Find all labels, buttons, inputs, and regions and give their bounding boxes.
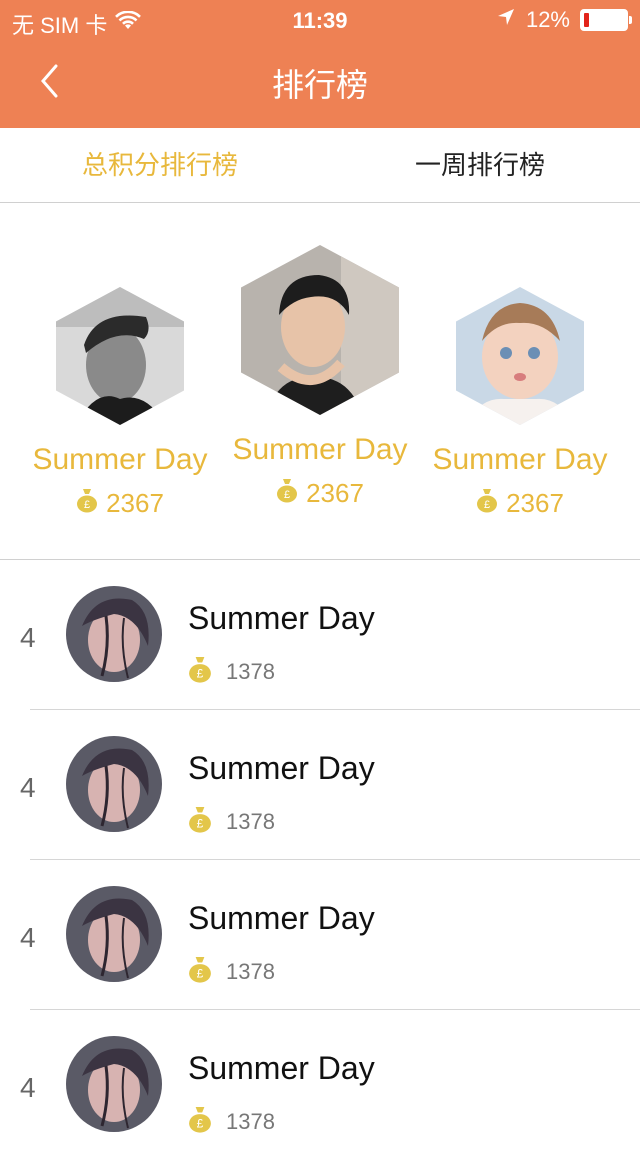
podium-first[interactable]: Summer Day £ 2367 — [220, 245, 420, 510]
tab-weekly[interactable]: 一周排行榜 — [320, 128, 640, 202]
list-item[interactable]: 4 Summer Day £ 1378 — [0, 560, 640, 710]
list-score: £ 1378 — [188, 1104, 275, 1140]
money-bag-icon: £ — [76, 487, 98, 520]
podium-name: Summer Day — [432, 443, 608, 476]
podium-score-value: 2367 — [306, 478, 364, 508]
money-bag-icon: £ — [188, 954, 212, 990]
list-name: Summer Day — [188, 750, 375, 786]
podium-avatar — [241, 245, 399, 415]
money-bag-icon: £ — [276, 477, 298, 510]
list-name: Summer Day — [188, 600, 375, 636]
top-bar: 无 SIM 卡 11:39 12% 排行榜 — [0, 0, 640, 128]
battery-level — [584, 13, 589, 27]
podium-score-value: 2367 — [106, 488, 164, 518]
list-rank: 4 — [20, 772, 36, 803]
list-score-value: 1378 — [226, 809, 275, 834]
podium-score: £ 2367 — [220, 477, 420, 510]
money-bag-icon: £ — [188, 654, 212, 690]
tab-total-points[interactable]: 总积分排行榜 — [0, 128, 320, 202]
avatar — [66, 736, 162, 832]
svg-text:£: £ — [197, 817, 204, 831]
list-score-value: 1378 — [226, 1109, 275, 1134]
podium-score-value: 2367 — [506, 488, 564, 518]
list-score: £ 1378 — [188, 954, 275, 990]
money-bag-icon: £ — [188, 1104, 212, 1140]
list-score: £ 1378 — [188, 804, 275, 840]
podium-name: Summer Day — [32, 443, 208, 476]
list-score: £ 1378 — [188, 654, 275, 690]
svg-text:£: £ — [284, 489, 290, 501]
list-rank: 4 — [20, 922, 36, 953]
list-name: Summer Day — [188, 1050, 375, 1086]
ranking-list: 4 Summer Day £ 1378 4 Summer Day £ 1378 … — [0, 560, 640, 1160]
svg-text:£: £ — [484, 499, 490, 511]
svg-text:£: £ — [197, 667, 204, 681]
avatar — [66, 1036, 162, 1132]
list-item[interactable]: 4 Summer Day £ 1378 — [0, 710, 640, 860]
podium-avatar — [456, 287, 584, 425]
top-three-podium: Summer Day £ 2367 Summer Day £ 2367 Summ… — [0, 203, 640, 560]
podium-score: £ 2367 — [420, 487, 620, 520]
location-arrow-icon — [496, 7, 516, 33]
list-score-value: 1378 — [226, 959, 275, 984]
podium-avatar — [56, 287, 184, 425]
status-bar: 无 SIM 卡 11:39 12% — [0, 0, 640, 40]
money-bag-icon: £ — [476, 487, 498, 520]
avatar — [66, 886, 162, 982]
list-rank: 4 — [20, 1072, 36, 1103]
podium-score: £ 2367 — [20, 487, 220, 520]
svg-text:£: £ — [84, 499, 90, 511]
podium-second[interactable]: Summer Day £ 2367 — [20, 287, 220, 520]
list-item[interactable]: 4 Summer Day £ 1378 — [0, 1010, 640, 1160]
list-rank: 4 — [20, 622, 36, 653]
list-name: Summer Day — [188, 900, 375, 936]
svg-text:£: £ — [197, 967, 204, 981]
battery-percent: 12% — [525, 7, 570, 32]
podium-name: Summer Day — [232, 433, 408, 466]
list-score-value: 1378 — [226, 659, 275, 684]
podium-third[interactable]: Summer Day £ 2367 — [420, 287, 620, 520]
avatar — [66, 586, 162, 682]
page-title: 排行榜 — [271, 67, 368, 103]
svg-text:£: £ — [197, 1117, 204, 1131]
battery-icon — [580, 9, 632, 31]
status-right: 12% — [496, 7, 632, 33]
list-item[interactable]: 4 Summer Day £ 1378 — [0, 860, 640, 1010]
ranking-tabs: 总积分排行榜 一周排行榜 — [0, 128, 640, 203]
money-bag-icon: £ — [188, 804, 212, 840]
